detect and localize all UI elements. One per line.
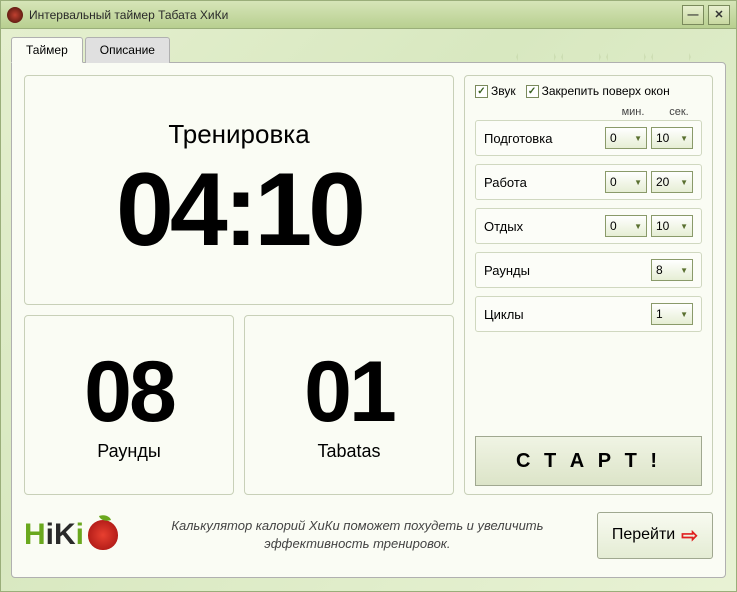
arrow-right-icon: ⇨ xyxy=(681,523,698,548)
cycles-label: Циклы xyxy=(484,307,647,322)
display-column: Тренировка 04:10 08 Раунды 01 Tabatas xyxy=(24,75,454,495)
tabatas-label: Tabatas xyxy=(255,441,443,462)
chevron-down-icon: ▼ xyxy=(680,310,688,319)
tab-bar: Таймер Описание xyxy=(11,37,726,63)
sec-header: сек. xyxy=(656,106,702,118)
checkmark-icon: ✓ xyxy=(526,85,539,98)
phase-label: Тренировка xyxy=(35,119,443,150)
rest-row: Отдых 0▼ 10▼ xyxy=(475,208,702,244)
chevron-down-icon: ▼ xyxy=(680,178,688,187)
app-icon xyxy=(7,7,23,23)
chevron-down-icon: ▼ xyxy=(680,266,688,275)
chevron-down-icon: ▼ xyxy=(634,178,642,187)
min-header: мин. xyxy=(610,106,656,118)
tabatas-value: 01 xyxy=(255,349,443,435)
tab-description[interactable]: Описание xyxy=(85,37,170,63)
chevron-down-icon: ▼ xyxy=(634,134,642,143)
rounds-setting-label: Раунды xyxy=(484,263,647,278)
window-body: Таймер Описание Тренировка 04:10 08 Раун… xyxy=(1,29,736,591)
start-button[interactable]: С Т А Р Т ! xyxy=(475,436,702,486)
prepare-row: Подготовка 0▼ 10▼ xyxy=(475,120,702,156)
hiki-logo: HiKi xyxy=(24,518,118,552)
sound-label: Звук xyxy=(491,84,516,98)
window-title: Интервальный таймер Табата ХиКи xyxy=(29,8,678,22)
minimize-button[interactable]: — xyxy=(682,5,704,25)
rounds-display: 08 Раунды xyxy=(24,315,234,495)
tab-panel-timer: Тренировка 04:10 08 Раунды 01 Tabatas xyxy=(11,62,726,578)
cycles-dropdown[interactable]: 1▼ xyxy=(651,303,693,325)
sound-checkbox[interactable]: ✓ Звук xyxy=(475,84,516,98)
cycles-row: Циклы 1▼ xyxy=(475,296,702,332)
rounds-row: Раунды 8▼ xyxy=(475,252,702,288)
pin-label: Закрепить поверх окон xyxy=(542,84,670,98)
close-button[interactable]: ✕ xyxy=(708,5,730,25)
time-value: 04:10 xyxy=(35,158,443,262)
work-min-dropdown[interactable]: 0▼ xyxy=(605,171,647,193)
checkmark-icon: ✓ xyxy=(475,85,488,98)
tab-timer[interactable]: Таймер xyxy=(11,37,83,63)
rest-label: Отдых xyxy=(484,219,601,234)
titlebar: Интервальный таймер Табата ХиКи — ✕ xyxy=(1,1,736,29)
chevron-down-icon: ▼ xyxy=(634,222,642,231)
pin-checkbox[interactable]: ✓ Закрепить поверх окон xyxy=(526,84,670,98)
rest-min-dropdown[interactable]: 0▼ xyxy=(605,215,647,237)
settings-header: мин. сек. xyxy=(475,104,702,120)
settings-column: ✓ Звук ✓ Закрепить поверх окон мин. сек. xyxy=(464,75,713,495)
app-window: Интервальный таймер Табата ХиКи — ✕ Тайм… xyxy=(0,0,737,592)
rounds-dropdown[interactable]: 8▼ xyxy=(651,259,693,281)
prepare-label: Подготовка xyxy=(484,131,601,146)
work-label: Работа xyxy=(484,175,601,190)
rounds-value: 08 xyxy=(35,349,223,435)
goto-button[interactable]: Перейти ⇨ xyxy=(597,512,713,559)
work-sec-dropdown[interactable]: 20▼ xyxy=(651,171,693,193)
rest-sec-dropdown[interactable]: 10▼ xyxy=(651,215,693,237)
rounds-label: Раунды xyxy=(35,441,223,462)
work-row: Работа 0▼ 20▼ xyxy=(475,164,702,200)
apple-icon xyxy=(88,520,118,550)
footer-text: Калькулятор калорий ХиКи поможет похудет… xyxy=(132,517,583,553)
tabatas-display: 01 Tabatas xyxy=(244,315,454,495)
prepare-min-dropdown[interactable]: 0▼ xyxy=(605,127,647,149)
chevron-down-icon: ▼ xyxy=(680,222,688,231)
main-timer-display: Тренировка 04:10 xyxy=(24,75,454,305)
footer: HiKi Калькулятор калорий ХиКи поможет по… xyxy=(24,505,713,565)
chevron-down-icon: ▼ xyxy=(680,134,688,143)
goto-label: Перейти xyxy=(612,526,675,544)
prepare-sec-dropdown[interactable]: 10▼ xyxy=(651,127,693,149)
